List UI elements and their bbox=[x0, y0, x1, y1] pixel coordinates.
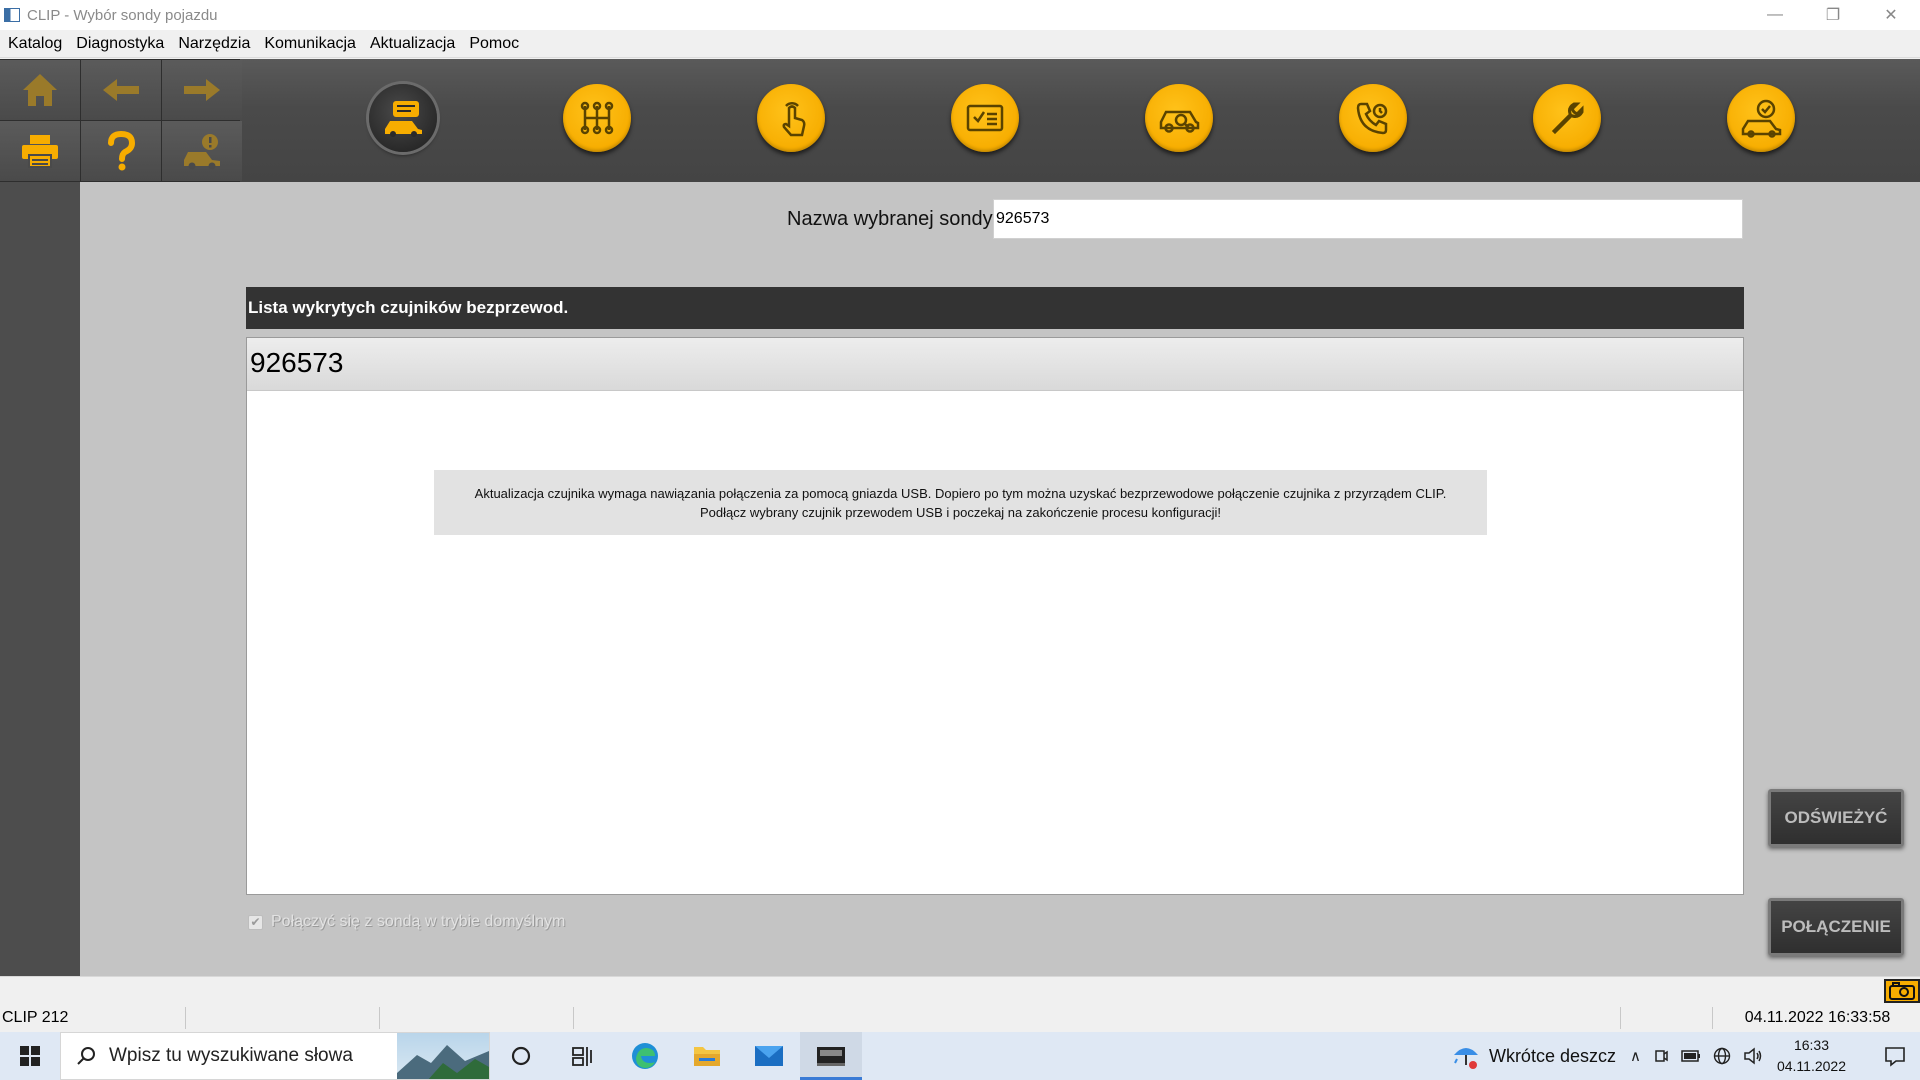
task-view-icon bbox=[572, 1047, 592, 1066]
list-item[interactable]: 926573 bbox=[247, 338, 1743, 391]
status-segment bbox=[1621, 1007, 1713, 1029]
sensor-list-header: Lista wykrytych czujników bezprzewod. bbox=[246, 287, 1744, 329]
search-icon bbox=[77, 1047, 95, 1065]
tray-icons: ∧ bbox=[1630, 1047, 1763, 1065]
edge-browser-button[interactable] bbox=[614, 1032, 676, 1080]
close-button[interactable]: ✕ bbox=[1862, 0, 1920, 30]
status-segment bbox=[574, 1007, 1621, 1029]
message-line-2: Podłącz wybrany czujnik przewodem USB i … bbox=[700, 504, 1221, 520]
camera-icon bbox=[1889, 982, 1915, 1000]
touch-icon bbox=[782, 102, 806, 137]
menu-diagnostyka[interactable]: Diagnostyka bbox=[70, 35, 170, 53]
wrench-icon bbox=[1551, 102, 1584, 135]
tools-button[interactable] bbox=[1533, 84, 1601, 152]
weather-text: Wkrótce deszcz bbox=[1488, 1045, 1616, 1066]
menu-katalog[interactable]: Katalog bbox=[2, 35, 68, 53]
call-support-button[interactable] bbox=[1339, 84, 1407, 152]
window-controls: — ❐ ✕ bbox=[1746, 0, 1920, 30]
sensor-list: 926573 Aktualizacja czujnika wymaga nawi… bbox=[246, 337, 1744, 895]
default-mode-checkbox[interactable]: ✔ bbox=[248, 914, 263, 930]
default-mode-option: ✔ Połączyć się z sondą w trybie domyślny… bbox=[248, 913, 565, 931]
task-view-button[interactable] bbox=[552, 1032, 614, 1080]
notification-icon bbox=[1885, 1047, 1905, 1067]
main-toolbar bbox=[0, 59, 1920, 182]
probe-selection-panel: Nazwa wybranej sondy 926573 Lista wykryt… bbox=[80, 182, 1920, 976]
status-toolbar bbox=[0, 976, 1920, 1004]
search-placeholder: Wpisz tu wyszukiwane słowa bbox=[109, 1045, 353, 1066]
restore-button[interactable]: ❐ bbox=[1804, 0, 1862, 30]
menu-bar: Katalog Diagnostyka Narzędzia Komunikacj… bbox=[0, 30, 1920, 58]
cortana-button[interactable] bbox=[490, 1032, 552, 1080]
clock-date: 04.11.2022 bbox=[1776, 1058, 1846, 1074]
status-segment bbox=[380, 1007, 574, 1029]
probe-name-field[interactable]: 926573 bbox=[993, 199, 1743, 239]
vehicle-diagnostic-icon bbox=[1159, 110, 1200, 133]
datetime-status: 04.11.2022 16:33:58 bbox=[1744, 1009, 1891, 1026]
speaker-icon[interactable] bbox=[1743, 1047, 1763, 1065]
vehicle-probe-icon bbox=[385, 101, 422, 137]
left-side-panel bbox=[0, 182, 80, 976]
screenshot-button[interactable] bbox=[1884, 979, 1920, 1003]
checklist-button[interactable] bbox=[951, 84, 1019, 152]
notifications-button[interactable] bbox=[1870, 1032, 1920, 1080]
windows-logo-icon bbox=[20, 1046, 40, 1066]
vehicle-check-icon bbox=[1741, 99, 1782, 138]
taskbar-clock[interactable]: 16:33 04.11.2022 bbox=[1777, 1035, 1846, 1077]
clip-window: CLIP - Wybór sondy pojazdu — ❐ ✕ Katalog… bbox=[0, 0, 1920, 1080]
call-support-icon bbox=[1356, 102, 1388, 135]
clock-time: 16:33 bbox=[1793, 1037, 1829, 1053]
minimize-button[interactable]: — bbox=[1746, 0, 1804, 30]
title-bar: CLIP - Wybór sondy pojazdu — ❐ ✕ bbox=[0, 0, 1920, 30]
search-highlight-image bbox=[397, 1033, 489, 1079]
meet-now-icon[interactable] bbox=[1653, 1048, 1669, 1064]
mail-icon bbox=[755, 1046, 783, 1066]
edge-icon bbox=[632, 1043, 658, 1069]
globe-network-icon[interactable] bbox=[1713, 1047, 1731, 1065]
touch-button[interactable] bbox=[757, 84, 825, 152]
menu-pomoc[interactable]: Pomoc bbox=[463, 35, 525, 53]
checklist-icon bbox=[966, 104, 1004, 132]
gearbox-button[interactable] bbox=[563, 84, 631, 152]
taskbar-search[interactable]: Wpisz tu wyszukiwane słowa bbox=[60, 1032, 490, 1080]
windows-taskbar: Wpisz tu wyszukiwane słowa Wkrótce deszc bbox=[0, 1032, 1920, 1080]
message-line-1: Aktualizacja czujnika wymaga nawiązania … bbox=[474, 485, 1447, 501]
default-mode-label: Połączyć się z sondą w trybie domyślnym bbox=[271, 913, 566, 930]
battery-icon[interactable] bbox=[1681, 1050, 1701, 1062]
weather-widget[interactable]: Wkrótce deszcz bbox=[1451, 1041, 1616, 1071]
probe-name-label: Nazwa wybranej sondy bbox=[787, 208, 993, 230]
vehicle-probe-button[interactable] bbox=[369, 84, 437, 152]
menu-aktualizacja[interactable]: Aktualizacja bbox=[364, 35, 461, 53]
version-status: CLIP 212 bbox=[0, 1007, 186, 1029]
chevron-up-icon[interactable]: ∧ bbox=[1630, 1047, 1641, 1065]
function-buttons bbox=[0, 59, 1920, 182]
clip-taskbar-button[interactable] bbox=[800, 1032, 862, 1080]
start-button[interactable] bbox=[0, 1032, 60, 1080]
vehicle-check-button[interactable] bbox=[1727, 84, 1795, 152]
folder-icon bbox=[694, 1047, 720, 1066]
status-segment bbox=[186, 1007, 380, 1029]
gearbox-icon bbox=[580, 101, 614, 135]
refresh-button[interactable]: ODŚWIEŻYĆ bbox=[1768, 789, 1904, 847]
rain-umbrella-icon bbox=[1453, 1048, 1478, 1069]
clip-app-icon bbox=[4, 8, 20, 22]
clip-app-icon bbox=[817, 1047, 845, 1066]
usb-update-message: Aktualizacja czujnika wymaga nawiązania … bbox=[434, 470, 1487, 535]
window-title: CLIP - Wybór sondy pojazdu bbox=[27, 6, 218, 24]
menu-komunikacja[interactable]: Komunikacja bbox=[258, 35, 362, 53]
circle-icon bbox=[511, 1046, 531, 1066]
system-tray: Wkrótce deszcz ∧ 16:33 04.11.2022 bbox=[1451, 1032, 1920, 1080]
connect-button[interactable]: POŁĄCZENIE bbox=[1768, 898, 1904, 956]
mail-button[interactable] bbox=[738, 1032, 800, 1080]
vehicle-diagnostic-button[interactable] bbox=[1145, 84, 1213, 152]
menu-narzedzia[interactable]: Narzędzia bbox=[172, 35, 256, 53]
status-bar: CLIP 212 04.11.2022 16:33:58 bbox=[0, 1004, 1920, 1032]
file-explorer-button[interactable] bbox=[676, 1032, 738, 1080]
